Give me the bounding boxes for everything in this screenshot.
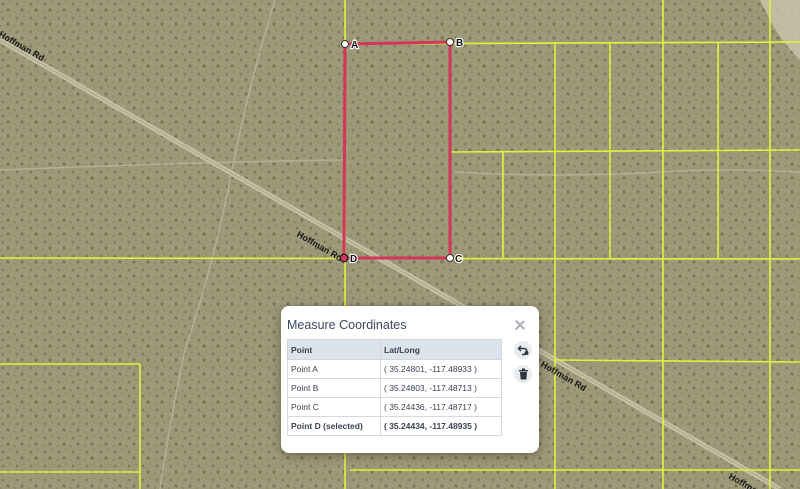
point-latlong: ( 35.24436, -117.48717 ) [380, 397, 502, 417]
point-a-marker[interactable] [341, 40, 349, 48]
table-row[interactable]: Point C ( 35.24436, -117.48717 ) [287, 397, 502, 417]
trash-icon [518, 368, 528, 380]
close-icon[interactable] [513, 318, 527, 332]
delete-button[interactable] [514, 365, 532, 383]
point-latlong: ( 35.24801, -117.48933 ) [380, 359, 502, 379]
point-c-label: C [455, 254, 462, 265]
point-name: Point D (selected) [287, 416, 381, 436]
table-header: Point Lat/Long [287, 339, 502, 360]
point-latlong: ( 35.24803, -117.48713 ) [380, 378, 502, 398]
point-name: Point A [287, 359, 381, 379]
point-b-marker[interactable] [446, 38, 454, 46]
point-c-marker[interactable] [446, 254, 454, 262]
point-a-label: A [351, 40, 358, 51]
undo-icon [517, 345, 529, 356]
measure-coordinates-panel: Measure Coordinates Point Lat/Long Point… [281, 306, 539, 453]
table-row[interactable]: Point A ( 35.24801, -117.48933 ) [287, 359, 502, 379]
column-header-latlong: Lat/Long [380, 339, 502, 360]
point-b-label: B [456, 38, 463, 49]
column-header-point: Point [287, 339, 381, 360]
panel-title: Measure Coordinates [287, 318, 407, 332]
point-name: Point B [287, 378, 381, 398]
point-d-marker[interactable] [339, 253, 349, 263]
point-latlong: ( 35.24434, -117.48935 ) [380, 416, 502, 436]
point-d-label: D [350, 254, 357, 265]
table-row[interactable]: Point B ( 35.24803, -117.48713 ) [287, 378, 502, 398]
coordinates-table: Point Lat/Long Point A ( 35.24801, -117.… [287, 339, 502, 436]
undo-button[interactable] [514, 341, 532, 359]
table-row-selected[interactable]: Point D (selected) ( 35.24434, -117.4893… [287, 416, 502, 436]
point-name: Point C [287, 397, 381, 417]
